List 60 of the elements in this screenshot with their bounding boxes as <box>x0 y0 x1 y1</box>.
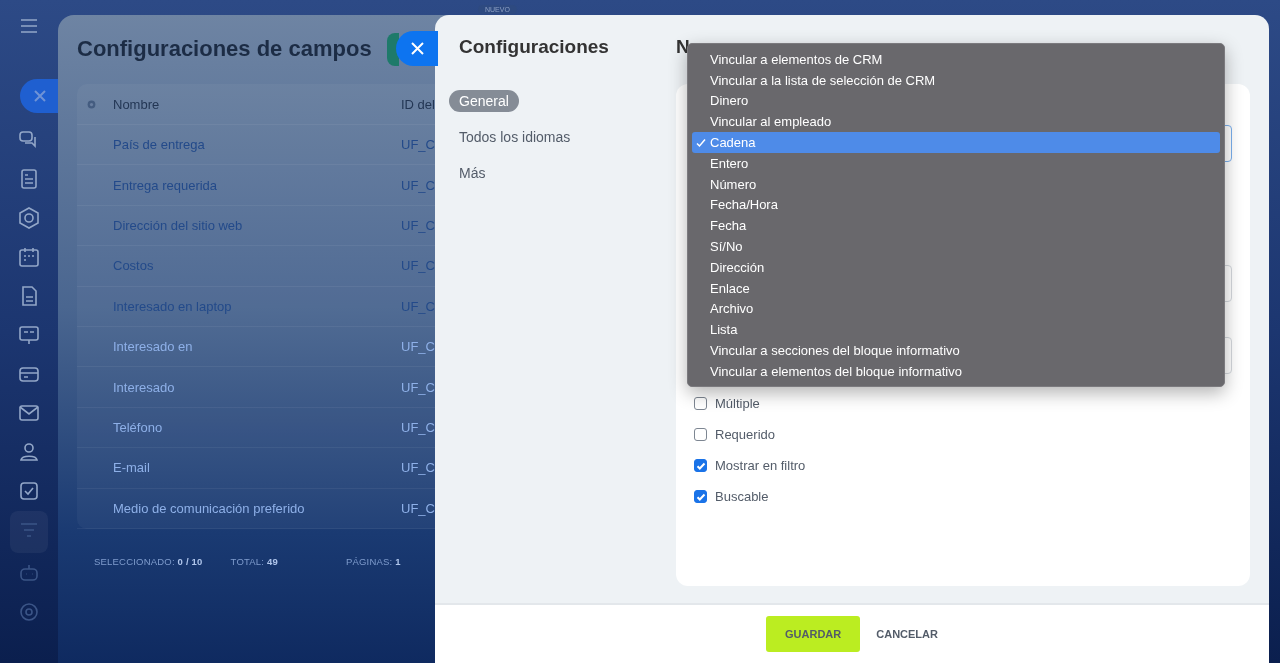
checkbox-icon[interactable] <box>17 479 41 503</box>
menu-item[interactable]: Lista <box>692 319 1220 341</box>
settings-icon[interactable] <box>17 600 41 624</box>
menu-item[interactable]: Archivo <box>692 298 1220 320</box>
calendar-icon[interactable] <box>17 245 41 269</box>
footer-stat: PÁGINAS: 1 <box>345 555 401 567</box>
checkbox[interactable] <box>694 428 707 441</box>
menu-item[interactable]: Sí/No <box>692 236 1220 257</box>
checkbox-label: Mostrar en filtro <box>715 458 806 473</box>
field-name-link[interactable]: Interesado en <box>77 339 401 355</box>
checkmark-icon <box>696 138 706 149</box>
menu-item[interactable]: Entero <box>692 153 1220 174</box>
settings-title: Configuraciones <box>459 36 610 59</box>
table-cell: UF_C <box>401 339 435 355</box>
menu-item[interactable]: Vincular al empleado <box>692 111 1220 133</box>
field-name-link[interactable]: Teléfono <box>77 419 401 435</box>
checkbox-label: Buscable <box>715 489 769 504</box>
field-name-link[interactable]: Medio de comunicación preferido <box>77 500 401 516</box>
field-name-link[interactable]: E-mail <box>77 460 401 476</box>
menu-item[interactable]: Vincular a elementos de CRM <box>692 49 1220 70</box>
menu-item[interactable]: Vincular a la lista de selección de CRM <box>692 69 1220 91</box>
checkbox[interactable] <box>694 397 707 410</box>
close-icon <box>32 88 48 104</box>
panel-title: Configuraciones de campos <box>77 36 372 63</box>
table-cell: UF_C <box>401 460 435 476</box>
column-header[interactable]: ID del <box>401 96 435 112</box>
nav-item[interactable]: Todos los idiomas <box>449 126 581 148</box>
close-button[interactable] <box>20 79 60 113</box>
menu-item[interactable]: Enlace <box>692 277 1220 299</box>
menu-item[interactable]: Dirección <box>692 256 1220 278</box>
menu-item[interactable]: Fecha/Hora <box>692 194 1220 216</box>
menu-item[interactable]: Dinero <box>692 90 1220 112</box>
table-cell: UF_C <box>401 419 435 435</box>
menu-item[interactable]: Número <box>692 173 1220 195</box>
menu-item[interactable]: Fecha <box>692 215 1220 237</box>
menu-item[interactable]: Vincular a elementos del bloque informativo <box>692 360 1220 382</box>
menu-item[interactable]: Vincular a secciones del bloque informativo <box>692 340 1220 361</box>
checkbox-label: Múltiple <box>715 396 760 411</box>
table-cell: UF_C <box>401 500 435 516</box>
people-icon[interactable] <box>17 440 41 464</box>
nav-item[interactable]: General <box>449 90 519 112</box>
close-icon <box>410 42 424 55</box>
nav-item[interactable]: Más <box>449 162 496 184</box>
footer-stat: SELECCIONADO: 0 / 10 <box>94 555 203 567</box>
cancel-button[interactable]: CANCELAR <box>876 628 938 640</box>
field-name-link[interactable]: Interesado <box>77 379 401 395</box>
save-button[interactable]: GUARDAR <box>766 616 861 652</box>
board-icon[interactable] <box>17 323 41 347</box>
checkbox[interactable] <box>694 490 707 503</box>
footer-stat: TOTAL: 49 <box>230 555 278 567</box>
checkbox[interactable] <box>694 459 707 472</box>
table-cell: UF_C <box>401 137 435 153</box>
menu-item[interactable]: Cadena <box>692 132 1220 153</box>
table-cell: UF_C <box>401 217 435 233</box>
table-cell: UF_C <box>401 177 435 193</box>
checkbox-label: Requerido <box>715 427 775 442</box>
table-cell: UF_C <box>401 379 435 395</box>
column-header[interactable]: Nombre <box>113 96 401 112</box>
hexagon-icon[interactable] <box>17 206 41 230</box>
close-button[interactable] <box>396 31 438 66</box>
